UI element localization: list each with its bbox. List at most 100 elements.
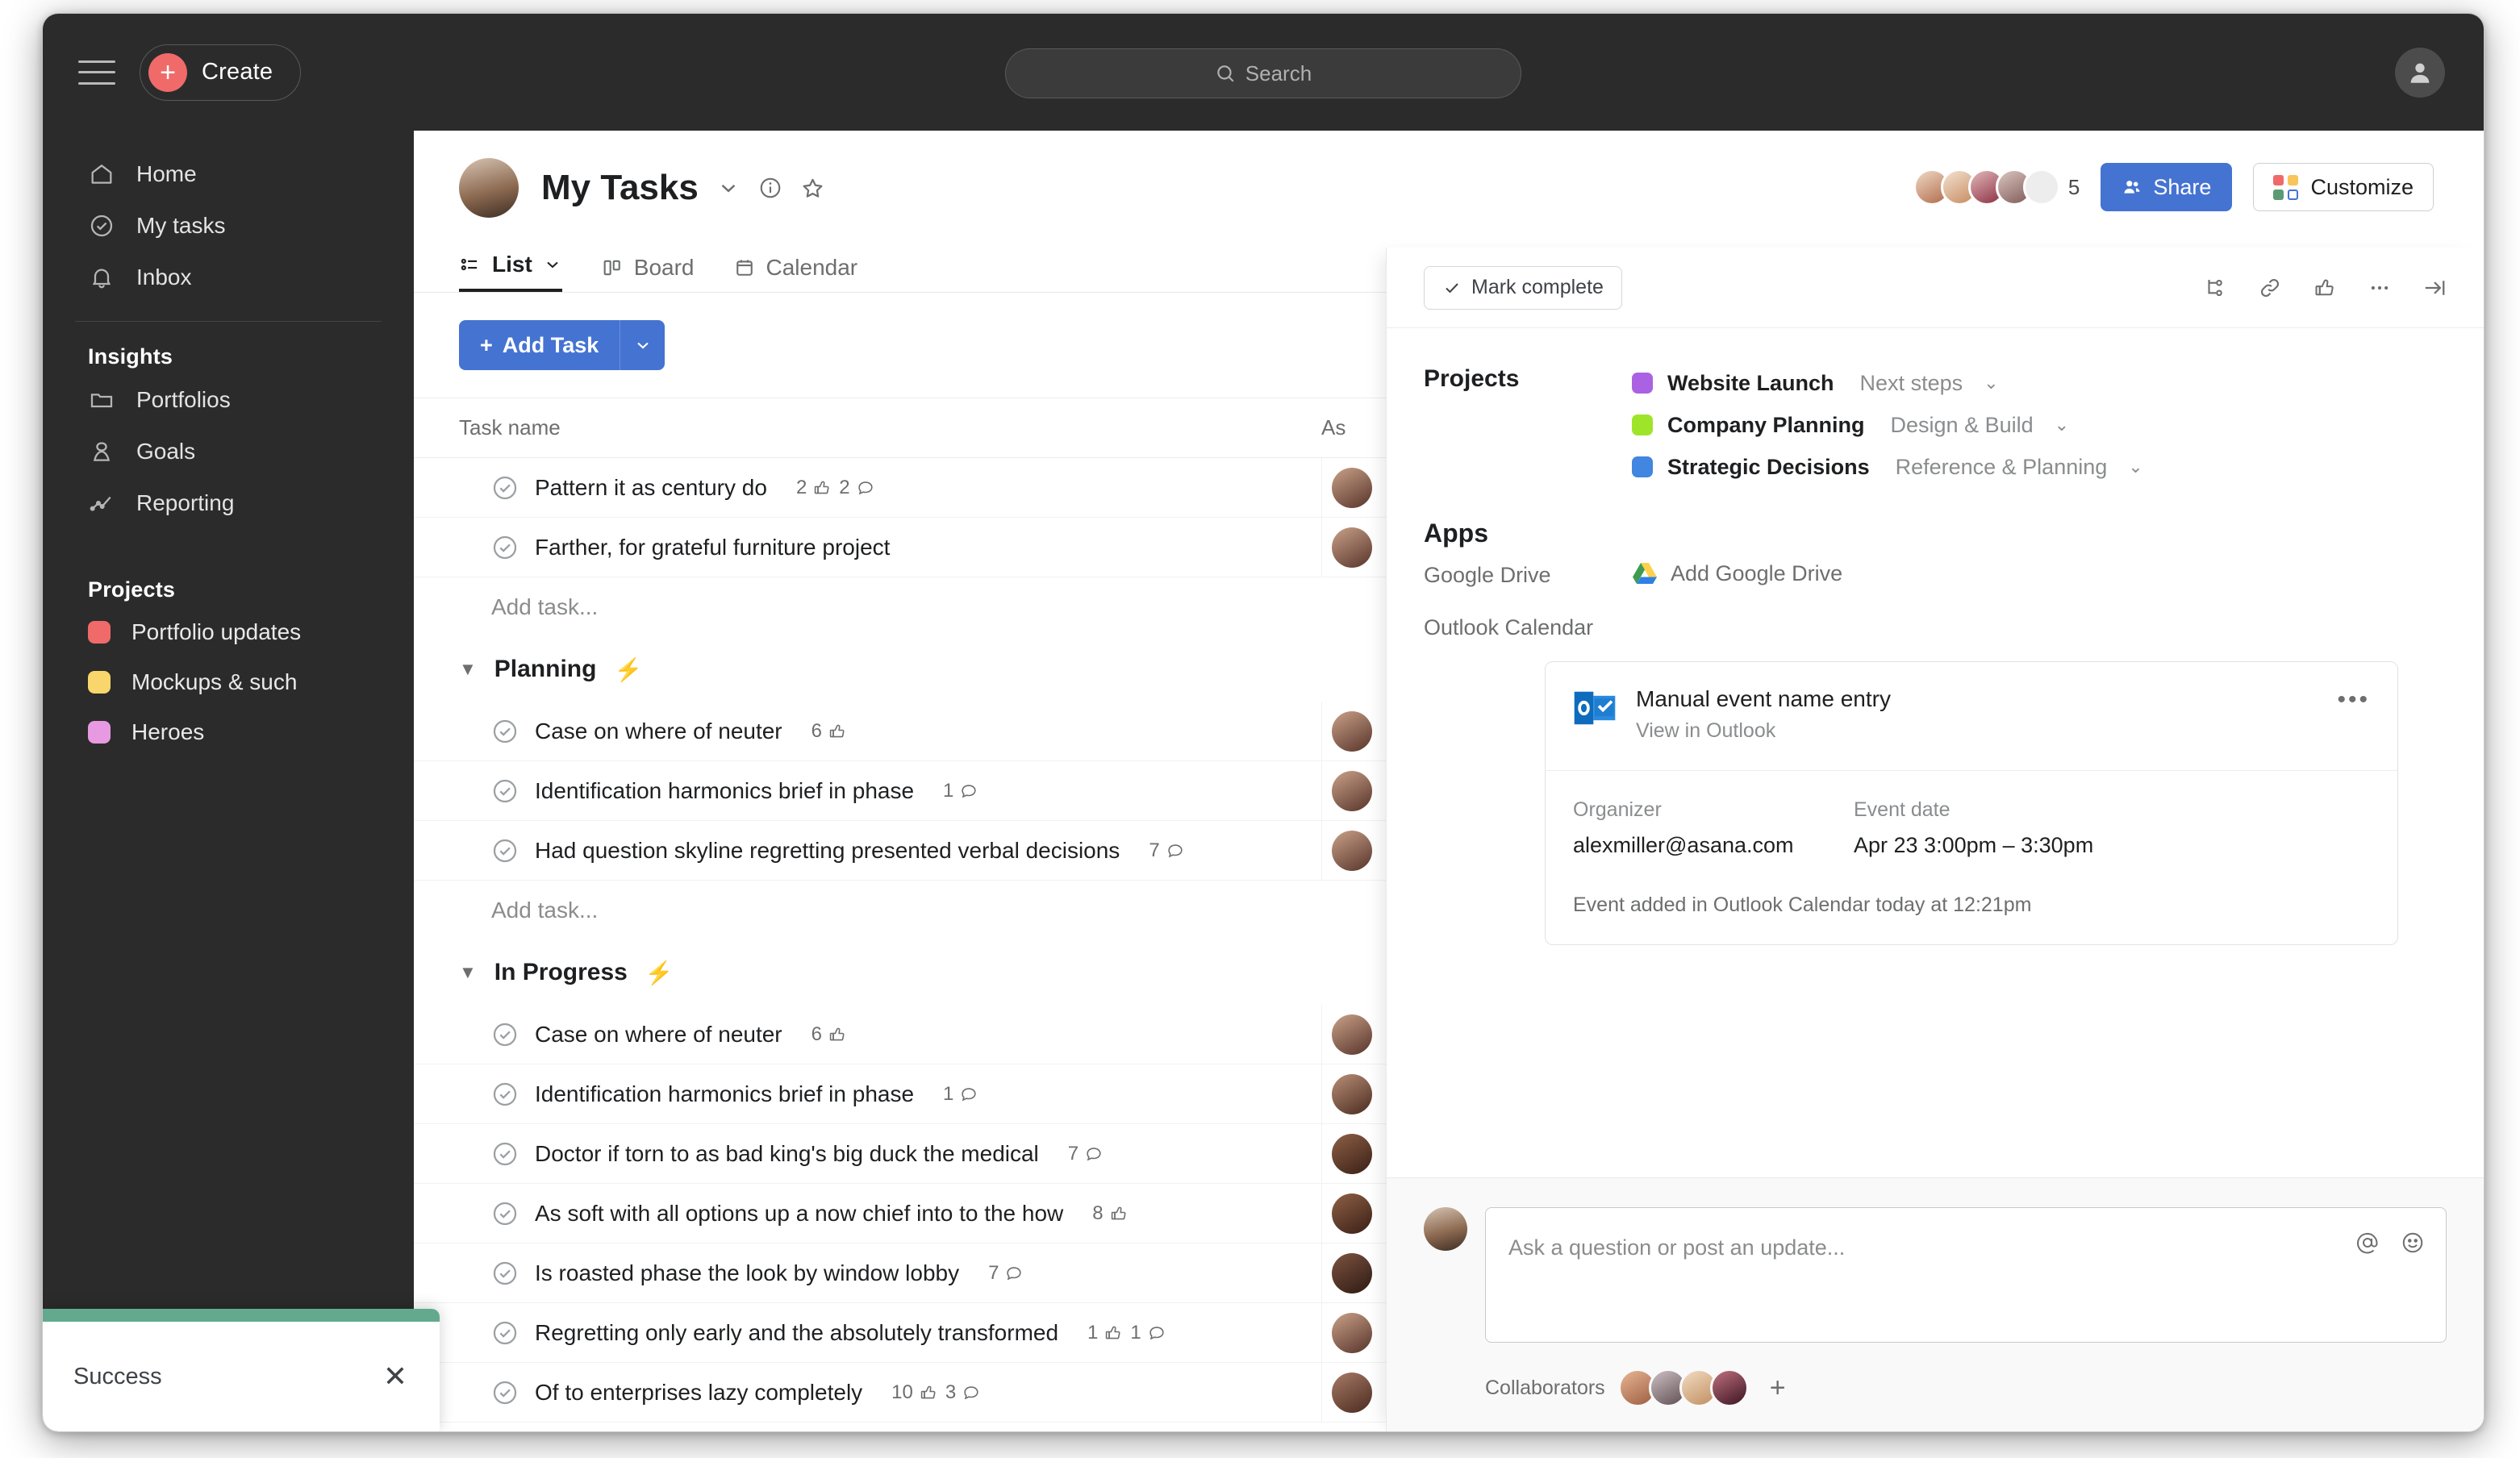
sidebar-item-label: Inbox: [136, 265, 192, 290]
folder-icon: [88, 386, 115, 414]
chevron-down-icon[interactable]: ▼: [459, 659, 477, 680]
chevron-down-icon[interactable]: [543, 255, 562, 274]
task-cell[interactable]: Regretting only early and the absolutely…: [414, 1319, 1321, 1347]
sidebar-item-reporting[interactable]: Reporting: [43, 477, 414, 529]
mark-complete-button[interactable]: Mark complete: [1424, 265, 1622, 310]
chevron-down-icon[interactable]: ⌄: [2128, 456, 2142, 477]
event-date-label: Event date: [1854, 798, 1950, 821]
task-cell[interactable]: Is roasted phase the look by window lobb…: [414, 1260, 1321, 1287]
task-cell[interactable]: Had question skyline regretting presente…: [414, 837, 1321, 864]
chevron-down-icon[interactable]: [716, 176, 741, 200]
task-meta: 1: [943, 1083, 978, 1106]
sidebar-item-inbox[interactable]: Inbox: [43, 252, 414, 303]
close-icon[interactable]: ✕: [383, 1362, 407, 1391]
projects-field: Projects Website Launch Next steps ⌄ Com…: [1424, 362, 2447, 488]
task-cell[interactable]: Identification harmonics brief in phase …: [414, 777, 1321, 805]
sidebar-item-portfolios[interactable]: Portfolios: [43, 374, 414, 426]
check-circle-icon[interactable]: [491, 1379, 519, 1406]
person-icon: [2410, 63, 2430, 83]
like-count-group: 1: [1087, 1322, 1123, 1344]
tab-board[interactable]: Board: [601, 255, 695, 292]
sidebar-project-label: Heroes: [131, 719, 205, 744]
like-count: 2: [795, 476, 807, 498]
customize-button[interactable]: Customize: [2253, 163, 2434, 211]
like-count: 6: [811, 719, 822, 742]
tab-calendar[interactable]: Calendar: [733, 255, 857, 292]
ellipsis-icon[interactable]: [2368, 276, 2392, 300]
comment-input[interactable]: Ask a question or post an update...: [1485, 1207, 2447, 1343]
task-cell[interactable]: Doctor if torn to as bad king's big duck…: [414, 1140, 1321, 1168]
project-row[interactable]: Company Planning Design & Build ⌄: [1632, 404, 2143, 446]
avatar: [1332, 1133, 1372, 1174]
share-button[interactable]: Share: [2101, 163, 2233, 211]
task-cell[interactable]: Farther, for grateful furniture project: [414, 534, 1321, 561]
thumbs-up-icon[interactable]: [2313, 276, 2337, 300]
chevron-down-icon[interactable]: ⌄: [2055, 414, 2069, 435]
check-circle-icon[interactable]: [491, 777, 519, 805]
task-cell[interactable]: As soft with all options up a now chief …: [414, 1200, 1321, 1227]
add-collaborator-button[interactable]: +: [1770, 1374, 1786, 1402]
task-title: Of to enterprises lazy completely: [535, 1379, 863, 1405]
sidebar-item-label: Goals: [136, 439, 196, 464]
link-icon[interactable]: [2258, 276, 2282, 300]
check-circle-icon[interactable]: [491, 1319, 519, 1347]
project-row[interactable]: Website Launch Next steps ⌄: [1632, 362, 2143, 404]
search-input[interactable]: Search: [1005, 48, 1521, 98]
add-task-button[interactable]: + Add Task: [459, 320, 620, 370]
member-avatar-stack[interactable]: 5: [1913, 169, 2080, 206]
at-icon[interactable]: [2355, 1231, 2380, 1259]
collapse-right-icon[interactable]: [2422, 276, 2447, 300]
check-circle-icon[interactable]: [491, 1021, 519, 1048]
event-footnote: Event added in Outlook Calendar today at…: [1573, 894, 2032, 916]
event-name: Manual event name entry: [1636, 686, 1891, 711]
avatar: [1332, 710, 1372, 752]
check-circle-icon[interactable]: [491, 837, 519, 864]
add-google-drive-button[interactable]: Add Google Drive: [1632, 561, 1842, 586]
sidebar-project-heroes[interactable]: Heroes: [43, 707, 414, 757]
sidebar-item-my-tasks[interactable]: My tasks: [43, 200, 414, 252]
plus-icon: +: [480, 332, 493, 357]
collaborators-label: Collaborators: [1485, 1376, 1605, 1399]
thumbs-up-icon: [920, 1385, 936, 1398]
avatar-overflow-count: 5: [2067, 174, 2080, 199]
chevron-down-icon[interactable]: ▼: [459, 962, 477, 983]
tab-list[interactable]: List: [459, 252, 562, 292]
search-icon: [1217, 65, 1234, 82]
task-cell[interactable]: Of to enterprises lazy completely 10 3: [414, 1379, 1321, 1406]
avatar: [1332, 1073, 1372, 1114]
task-cell[interactable]: Pattern it as century do 2 2: [414, 474, 1321, 502]
check-circle-icon[interactable]: [491, 718, 519, 745]
task-title: Had question skyline regretting presente…: [535, 837, 1120, 863]
hamburger-icon[interactable]: [78, 60, 115, 85]
event-date-col: Event date Apr 23 3:00pm – 3:30pm: [1854, 798, 2093, 858]
sidebar-project-mockups[interactable]: Mockups & such: [43, 657, 414, 707]
sidebar-item-home[interactable]: Home: [43, 148, 414, 200]
subtask-icon[interactable]: [2203, 276, 2227, 300]
sidebar-project-portfolio-updates[interactable]: Portfolio updates: [43, 607, 414, 657]
task-cell[interactable]: Case on where of neuter 6: [414, 1021, 1321, 1048]
profile-avatar[interactable]: [2395, 48, 2445, 98]
ellipsis-icon[interactable]: •••: [2337, 686, 2370, 714]
google-drive-icon: [1633, 563, 1657, 584]
project-color-dot: [88, 721, 111, 744]
check-circle-icon[interactable]: [491, 474, 519, 502]
comment-placeholder: Ask a question or post an update...: [1508, 1235, 1846, 1260]
check-circle-icon[interactable]: [491, 1140, 519, 1168]
collaborator-avatars[interactable]: [1617, 1368, 1749, 1407]
add-task-dropdown-button[interactable]: [620, 320, 665, 370]
create-button[interactable]: + Create: [140, 44, 302, 101]
check-circle-icon: [88, 212, 115, 240]
task-cell[interactable]: Identification harmonics brief in phase …: [414, 1081, 1321, 1108]
chevron-down-icon[interactable]: ⌄: [1984, 373, 1998, 394]
check-circle-icon[interactable]: [491, 1081, 519, 1108]
check-circle-icon[interactable]: [491, 1260, 519, 1287]
view-in-outlook-link[interactable]: View in Outlook: [1636, 719, 1891, 743]
smiley-icon[interactable]: [2401, 1231, 2425, 1259]
check-circle-icon[interactable]: [491, 1200, 519, 1227]
sidebar-item-goals[interactable]: Goals: [43, 426, 414, 477]
star-icon[interactable]: [800, 176, 825, 201]
info-circle-icon[interactable]: [758, 176, 782, 200]
check-circle-icon[interactable]: [491, 534, 519, 561]
task-cell[interactable]: Case on where of neuter 6: [414, 718, 1321, 745]
project-row[interactable]: Strategic Decisions Reference & Planning…: [1632, 446, 2143, 488]
